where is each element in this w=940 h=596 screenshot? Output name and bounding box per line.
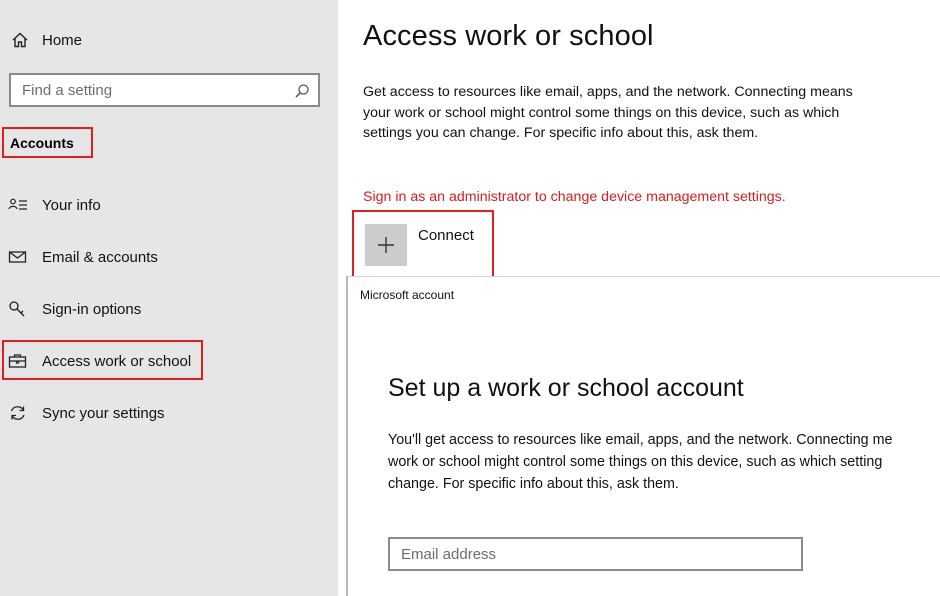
admin-warning-link[interactable]: Sign in as an administrator to change de… — [363, 189, 786, 205]
sidebar-item-sync-settings[interactable]: Sync your settings — [0, 401, 165, 425]
sidebar-item-label: Sync your settings — [42, 404, 165, 422]
person-list-icon — [6, 195, 30, 215]
sidebar-item-label: Access work or school — [42, 352, 192, 370]
sidebar-item-sign-in-options[interactable]: Sign-in options — [0, 297, 141, 321]
email-input[interactable] — [390, 539, 801, 569]
plus-icon — [378, 237, 394, 253]
sidebar-item-label: Email & accounts — [42, 248, 158, 266]
microsoft-account-dialog: Microsoft account Set up a work or schoo… — [346, 276, 940, 596]
email-field[interactable] — [388, 537, 803, 571]
dialog-description-line: change. For specific info about this, as… — [388, 476, 679, 492]
sync-icon — [6, 403, 30, 423]
page-description: Get access to resources like email, apps… — [363, 84, 853, 141]
accounts-section-title: Accounts — [2, 127, 93, 158]
envelope-icon — [6, 247, 30, 267]
dialog-header: Microsoft account — [360, 288, 455, 302]
home-label: Home — [42, 31, 83, 49]
nav-home[interactable]: Home — [10, 30, 82, 50]
settings-sidebar: Home Accounts Your info Email & accounts… — [0, 0, 338, 596]
briefcase-icon — [6, 351, 30, 371]
search-icon[interactable] — [293, 82, 311, 100]
sidebar-item-email-accounts[interactable]: Email & accounts — [0, 245, 158, 269]
sidebar-item-label: Sign-in options — [42, 300, 142, 318]
key-icon — [6, 299, 30, 319]
connect-label[interactable]: Connect — [418, 227, 474, 244]
dialog-title: Set up a work or school account — [388, 374, 744, 402]
dialog-description-line: work or school might control some things… — [388, 454, 883, 470]
dialog-description-line: You'll get access to resources like emai… — [388, 432, 893, 448]
dialog-description: You'll get access to resources like emai… — [388, 429, 940, 495]
page-title: Access work or school — [363, 20, 654, 52]
sidebar-item-access-work-or-school[interactable]: Access work or school — [0, 349, 191, 373]
connect-button[interactable] — [365, 224, 407, 266]
find-setting-search[interactable] — [9, 73, 320, 107]
sidebar-item-your-info[interactable]: Your info — [0, 193, 101, 217]
sidebar-item-label: Your info — [42, 196, 101, 214]
search-input[interactable] — [11, 75, 318, 105]
home-icon — [10, 30, 30, 50]
